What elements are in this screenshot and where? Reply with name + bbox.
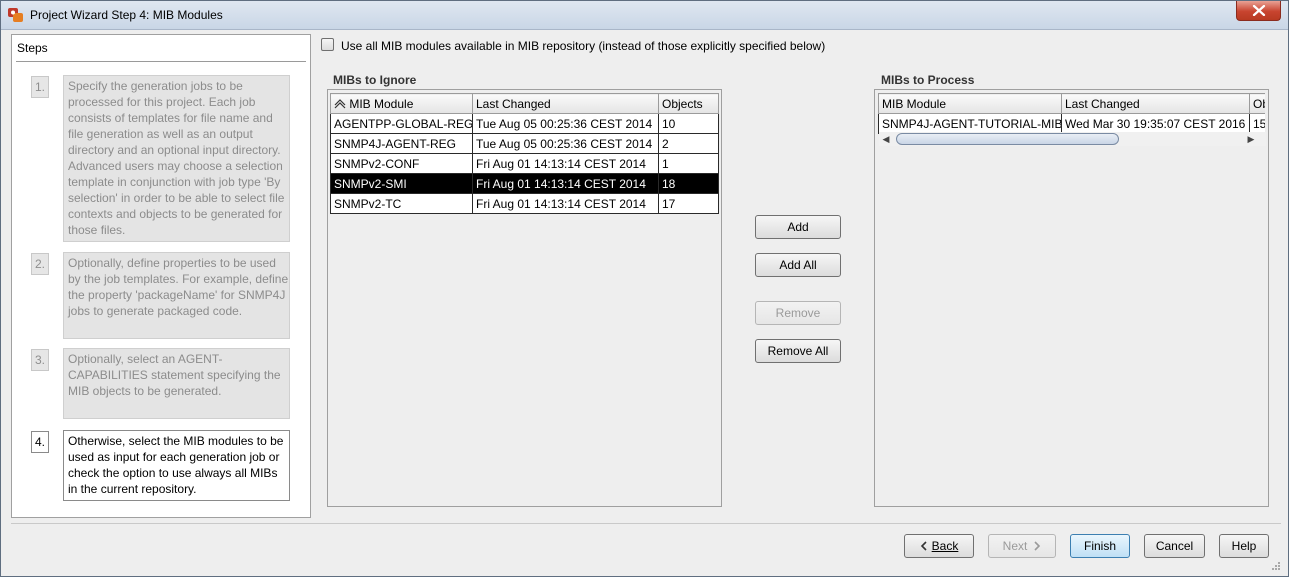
close-icon	[1252, 5, 1266, 16]
column-header-last-changed[interactable]: Last Changed	[472, 93, 659, 114]
step-2-number: 2.	[31, 253, 49, 275]
use-all-mibs-checkbox[interactable]	[321, 38, 334, 51]
table-row-selected[interactable]: SNMPv2-SMI Fri Aug 01 14:13:14 CEST 2014…	[330, 173, 719, 194]
cell-last-changed: Wed Mar 30 19:35:07 CEST 2016	[1061, 113, 1250, 134]
table-row[interactable]: SNMP4J-AGENT-REG Tue Aug 05 00:25:36 CES…	[330, 133, 719, 154]
mibs-to-ignore-frame: MIB Module Last Changed Objects AGENTPP-…	[327, 89, 722, 507]
scroll-left-arrow-icon[interactable]: ◀	[879, 132, 893, 146]
remove-button[interactable]: Remove	[755, 301, 841, 325]
chevron-left-icon	[920, 541, 927, 551]
wizard-window: Project Wizard Step 4: MIB Modules Steps…	[0, 0, 1289, 577]
remove-all-button[interactable]: Remove All	[755, 339, 841, 363]
step-3-number: 3.	[31, 349, 49, 371]
cell-mib-module: SNMP4J-AGENT-REG	[330, 133, 473, 154]
column-header-objects[interactable]: Objects	[658, 93, 719, 114]
snmp-app-icon	[8, 8, 23, 22]
next-button-label: Next	[1002, 539, 1028, 553]
cell-objects: 10	[658, 113, 719, 134]
horizontal-scrollbar[interactable]: ◀ ▶	[879, 132, 1266, 146]
step-4-description: Otherwise, select the MIB modules to be …	[63, 430, 290, 501]
cell-mib-module: SNMPv2-CONF	[330, 153, 473, 174]
cell-objects: 18	[658, 173, 719, 194]
cell-objects: 15	[1249, 113, 1265, 134]
cell-objects: 1	[658, 153, 719, 174]
finish-button[interactable]: Finish	[1070, 534, 1130, 558]
cancel-button[interactable]: Cancel	[1144, 534, 1205, 558]
chevron-right-icon	[1034, 541, 1041, 551]
cell-last-changed: Fri Aug 01 14:13:14 CEST 2014	[472, 193, 659, 214]
resize-grip-icon[interactable]	[1269, 561, 1281, 573]
cell-mib-module: SNMP4J-AGENT-TUTORIAL-MIB	[878, 113, 1062, 134]
step-4-number: 4.	[31, 431, 49, 453]
back-button-label: Back	[931, 539, 959, 553]
close-button[interactable]	[1236, 1, 1281, 21]
mibs-to-process-frame: MIB Module Last Changed Ob SNMP4J-AGENT-…	[874, 89, 1269, 507]
cell-last-changed: Fri Aug 01 14:13:14 CEST 2014	[472, 173, 659, 194]
column-header-last-changed[interactable]: Last Changed	[1061, 93, 1250, 114]
table-row[interactable]: SNMP4J-AGENT-TUTORIAL-MIB Wed Mar 30 19:…	[878, 113, 1265, 134]
cell-mib-module: SNMPv2-SMI	[330, 173, 473, 194]
table-row[interactable]: SNMPv2-TC Fri Aug 01 14:13:14 CEST 2014 …	[330, 193, 719, 214]
step-2-description: Optionally, define properties to be used…	[63, 252, 290, 339]
cell-last-changed: Tue Aug 05 00:25:36 CEST 2014	[472, 133, 659, 154]
step-3-description: Optionally, select an AGENT-CAPABILITIES…	[63, 348, 290, 419]
cell-mib-module: SNMPv2-TC	[330, 193, 473, 214]
window-title: Project Wizard Step 4: MIB Modules	[30, 8, 223, 22]
add-button[interactable]: Add	[755, 215, 841, 239]
cell-last-changed: Fri Aug 01 14:13:14 CEST 2014	[472, 153, 659, 174]
mibs-to-process-table: MIB Module Last Changed Ob SNMP4J-AGENT-…	[878, 93, 1265, 134]
mibs-to-ignore-title: MIBs to Ignore	[333, 73, 417, 87]
column-label: MIB Module	[349, 96, 414, 111]
table-row[interactable]: SNMPv2-CONF Fri Aug 01 14:13:14 CEST 201…	[330, 153, 719, 174]
use-all-mibs-label[interactable]: Use all MIB modules available in MIB rep…	[341, 39, 825, 53]
next-button[interactable]: Next	[988, 534, 1056, 558]
scroll-right-arrow-icon[interactable]: ▶	[1244, 132, 1258, 146]
mibs-to-ignore-table: MIB Module Last Changed Objects AGENTPP-…	[330, 93, 719, 214]
column-header-mib-module[interactable]: MIB Module	[878, 93, 1062, 114]
sort-ascending-icon	[334, 98, 346, 108]
column-header-objects[interactable]: Ob	[1249, 93, 1265, 114]
help-button[interactable]: Help	[1219, 534, 1269, 558]
column-header-mib-module[interactable]: MIB Module	[330, 93, 473, 114]
title-bar: Project Wizard Step 4: MIB Modules	[1, 1, 1288, 30]
scrollbar-thumb[interactable]	[896, 133, 1119, 145]
steps-panel: Steps 1. Specify the generation jobs to …	[11, 34, 311, 518]
cell-objects: 17	[658, 193, 719, 214]
steps-title: Steps	[17, 41, 48, 55]
add-all-button[interactable]: Add All	[755, 253, 841, 277]
cell-objects: 2	[658, 133, 719, 154]
table-row[interactable]: AGENTPP-GLOBAL-REG Tue Aug 05 00:25:36 C…	[330, 113, 719, 134]
mibs-to-process-title: MIBs to Process	[881, 73, 975, 87]
footer-divider	[11, 523, 1281, 524]
cell-last-changed: Tue Aug 05 00:25:36 CEST 2014	[472, 113, 659, 134]
step-1-number: 1.	[31, 76, 49, 98]
cell-mib-module: AGENTPP-GLOBAL-REG	[330, 113, 473, 134]
steps-divider	[16, 61, 306, 62]
back-button[interactable]: Back	[904, 534, 974, 558]
step-1-description: Specify the generation jobs to be proces…	[63, 75, 290, 242]
